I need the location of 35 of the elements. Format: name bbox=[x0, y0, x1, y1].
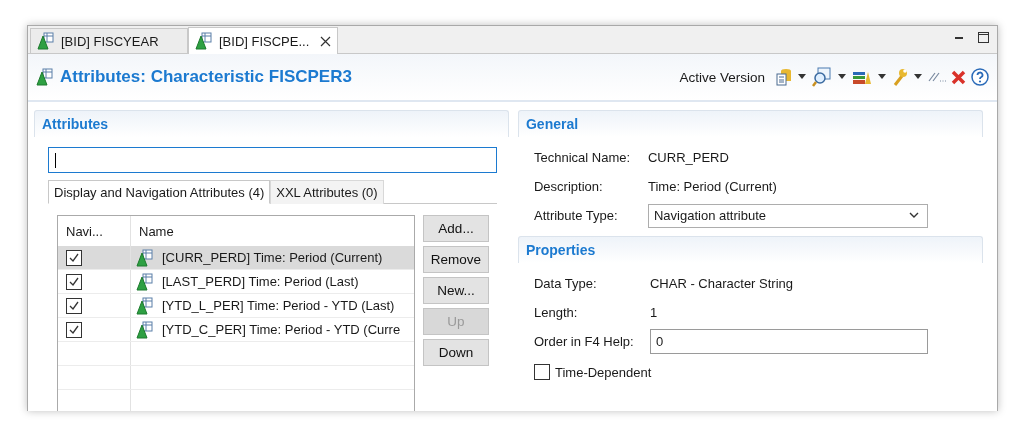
version-label: Active Version bbox=[679, 69, 765, 85]
attribute-name: [YTD_C_PER] Time: Period - YTD (Curre bbox=[162, 322, 401, 337]
field-value: CHAR - Character String bbox=[650, 276, 794, 291]
sub-tab[interactable]: XXL Attributes (0) bbox=[270, 180, 384, 204]
input-field[interactable]: 0 bbox=[650, 329, 928, 354]
attribute-row[interactable]: [YTD_L_PER] Time: Period - YTD (Last) bbox=[58, 294, 414, 318]
action-button[interactable]: Add... bbox=[423, 215, 489, 242]
field-label: Data Type: bbox=[534, 276, 598, 291]
field-label: Length: bbox=[534, 305, 579, 320]
section-header: Properties bbox=[518, 236, 983, 263]
attribute-name: [YTD_L_PER] Time: Period - YTD (Last) bbox=[162, 298, 395, 313]
attribute-row[interactable]: [CURR_PERD] Time: Period (Current) bbox=[58, 246, 414, 270]
attribute-row[interactable]: [YTD_C_PER] Time: Period - YTD (Curre bbox=[58, 318, 414, 342]
section-header: General bbox=[518, 110, 983, 137]
action-button[interactable]: Down bbox=[423, 339, 489, 366]
section-header: Attributes bbox=[34, 110, 509, 137]
attribute-type-dropdown[interactable]: Navigation attribute bbox=[648, 203, 928, 228]
editor-tab[interactable]: [BID] FISCPE... bbox=[188, 27, 338, 54]
editor-title: Attributes: Characteristic FISCPER3 bbox=[60, 67, 352, 87]
field-value: CURR_PERD bbox=[648, 150, 729, 165]
attribute-row[interactable]: [LAST_PERD] Time: Period (Last) bbox=[58, 270, 414, 294]
column-header[interactable]: Name bbox=[131, 216, 414, 246]
action-button[interactable]: New... bbox=[423, 277, 489, 304]
field-label: Technical Name: bbox=[534, 150, 632, 165]
field-value: Time: Period (Current) bbox=[648, 179, 777, 194]
attribute-name: [CURR_PERD] Time: Period (Current) bbox=[162, 250, 383, 265]
action-button[interactable]: Remove bbox=[423, 246, 489, 273]
field-label: Attribute Type: bbox=[534, 208, 619, 223]
field-label: Order in F4 Help: bbox=[534, 334, 635, 349]
editor-tab[interactable]: [BID] FISCYEAR bbox=[30, 28, 188, 53]
field-value: 1 bbox=[650, 305, 658, 320]
checkbox-label: Time-Dependent bbox=[555, 364, 652, 380]
sub-tab[interactable]: Display and Navigation Attributes (4) bbox=[48, 180, 271, 204]
attribute-name: [LAST_PERD] Time: Period (Last) bbox=[162, 274, 359, 289]
field-label: Description: bbox=[534, 179, 604, 194]
